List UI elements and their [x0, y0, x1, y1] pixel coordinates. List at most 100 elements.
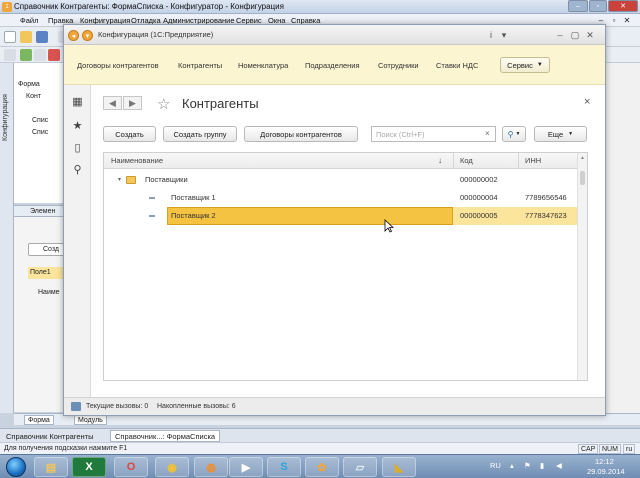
minimize-button[interactable]: ‒: [568, 0, 588, 12]
item-marker-icon: [149, 215, 155, 217]
service-menu-button[interactable]: Сервис ▼: [500, 57, 550, 73]
column-inn-header[interactable]: ИНН: [525, 156, 541, 165]
preview-field[interactable]: Поле1: [28, 267, 68, 279]
section-employees[interactable]: Сотрудники: [378, 61, 419, 70]
save-icon[interactable]: [36, 31, 48, 43]
clock-time[interactable]: 12:12: [595, 457, 614, 466]
config-tree-icon[interactable]: [4, 49, 16, 61]
enterprise-statusbar: Текущие вызовы: 0 Накопленные вызовы: 6: [64, 397, 605, 415]
preview-field-label: Поле1: [30, 269, 51, 276]
window-tab-contragents[interactable]: Справочник Контрагенты: [2, 430, 98, 442]
preview-create-button[interactable]: Созд: [28, 243, 68, 256]
edit-icon[interactable]: [34, 49, 46, 61]
window-tab-list-form[interactable]: Справочник...: ФормаСписка: [110, 430, 221, 442]
table-scrollbar[interactable]: ▲: [577, 153, 587, 380]
calls-icon[interactable]: [71, 402, 81, 411]
more-button[interactable]: Еще ▼: [534, 126, 587, 142]
document-app-icon[interactable]: ▱: [343, 457, 377, 477]
tray-volume-icon[interactable]: ◀: [556, 461, 562, 470]
maximize-icon[interactable]: ▢: [569, 29, 581, 41]
column-code-header[interactable]: Код: [460, 156, 473, 165]
row-code: 000000002: [460, 175, 498, 184]
excel-icon[interactable]: X: [72, 457, 106, 477]
close-icon[interactable]: ✕: [584, 29, 596, 41]
table-row[interactable]: Поставщик 1 000000004 7789656546: [104, 189, 577, 207]
section-departments[interactable]: Подразделения: [305, 61, 360, 70]
expand-triangle-icon[interactable]: ▾: [118, 176, 121, 183]
info-icon[interactable]: i: [485, 29, 497, 41]
contracts-button[interactable]: Договоры контрагентов: [244, 126, 358, 142]
tree-item-contragents[interactable]: Конт: [26, 93, 41, 100]
search-input[interactable]: Поиск (Ctrl+F) ×: [371, 126, 496, 142]
search-options-button[interactable]: ⚲ ▼: [502, 126, 526, 142]
tree-item-list[interactable]: Спис: [32, 117, 48, 124]
minimize-icon[interactable]: ‒: [554, 29, 566, 41]
table-header: Наименование ↓ Код ИНН: [104, 153, 577, 169]
language-indicator[interactable]: RU: [490, 461, 501, 470]
sort-arrow-icon[interactable]: ↓: [438, 156, 442, 165]
section-contragents[interactable]: Контрагенты: [178, 61, 222, 70]
sections-panel: Договоры контрагентов Контрагенты Номенк…: [64, 45, 605, 85]
search-icon[interactable]: ⚲: [71, 163, 84, 176]
close-form-icon[interactable]: ×: [584, 96, 590, 108]
doc-close-icon[interactable]: ✕: [622, 15, 632, 25]
section-nomenclature[interactable]: Номенклатура: [238, 61, 288, 70]
doc-restore-icon[interactable]: ▫: [609, 15, 619, 25]
elements-tab[interactable]: Элемен: [14, 205, 64, 217]
menu-file[interactable]: Файл: [20, 16, 38, 25]
configurator-statusbar: Для получения подсказки нажмите F1 CAP N…: [0, 442, 640, 454]
presentation-app-icon[interactable]: ◣: [382, 457, 416, 477]
table-row-group[interactable]: ▾ Поставщики 000000002: [104, 171, 577, 189]
new-document-icon[interactable]: [4, 31, 16, 43]
file-explorer-icon[interactable]: ▤: [34, 457, 68, 477]
tab-form-label: Форма: [28, 416, 50, 424]
dropdown-icon[interactable]: ▾: [498, 29, 510, 41]
app-menu-icon[interactable]: ◂: [68, 30, 79, 41]
column-name-header[interactable]: Наименование: [111, 156, 163, 165]
back-arrow-button[interactable]: ◀: [103, 96, 122, 110]
open-icon[interactable]: [20, 31, 32, 43]
delete-icon[interactable]: [48, 49, 60, 61]
menu-grid-icon[interactable]: ▦: [71, 95, 84, 108]
table-row-selected[interactable]: Поставщик 2 000000005 7778347623: [104, 207, 577, 225]
create-button[interactable]: Создать: [103, 126, 156, 142]
tray-network-icon[interactable]: ▮: [540, 461, 544, 470]
scroll-thumb[interactable]: [580, 171, 585, 185]
configurator-window-title: Справочник Контрагенты: ФормаСписка - Ко…: [14, 2, 284, 11]
maximize-button[interactable]: ▫: [589, 0, 607, 12]
mouse-cursor-icon: [384, 219, 394, 233]
close-window-button[interactable]: ✕: [608, 0, 638, 12]
section-contracts[interactable]: Договоры контрагентов: [77, 61, 159, 70]
tree-item-form[interactable]: Форма: [18, 81, 40, 88]
add-to-favorites-star-icon[interactable]: ☆: [157, 95, 170, 113]
tray-arrow-icon[interactable]: ▴: [510, 461, 514, 470]
configuration-side-panel[interactable]: Конфигурация: [0, 63, 14, 413]
create-group-button[interactable]: Создать группу: [163, 126, 237, 142]
tab-form[interactable]: Форма: [24, 415, 54, 425]
firefox-icon[interactable]: ◍: [194, 457, 228, 477]
start-button[interactable]: [6, 457, 26, 477]
form-structure-tree: Форма Конт Спис Спис: [14, 63, 64, 203]
opera-icon[interactable]: O: [114, 457, 148, 477]
forward-arrow-button[interactable]: ▶: [123, 96, 142, 110]
search-placeholder: Поиск (Ctrl+F): [376, 130, 425, 139]
tray-flag-icon[interactable]: ⚑: [524, 461, 531, 470]
section-vat-rates[interactable]: Ставки НДС: [436, 61, 478, 70]
clear-search-icon[interactable]: ×: [485, 129, 490, 138]
add-icon[interactable]: [20, 49, 32, 61]
chrome-icon[interactable]: ◉: [155, 457, 189, 477]
history-icon[interactable]: ▯: [71, 141, 84, 154]
1c-icon[interactable]: ✿: [305, 457, 339, 477]
favorites-star-icon[interactable]: ★: [71, 119, 84, 132]
chevron-down-icon: ▼: [568, 131, 574, 137]
app-menu-down-icon[interactable]: ▾: [82, 30, 93, 41]
skype-icon[interactable]: S: [267, 457, 301, 477]
chevron-down-icon: ▼: [536, 62, 543, 68]
scroll-up-icon[interactable]: ▲: [580, 155, 585, 161]
media-player-icon[interactable]: ▶: [229, 457, 263, 477]
tab-module[interactable]: Модуль: [74, 415, 107, 425]
accumulated-calls: Накопленные вызовы: 6: [157, 403, 236, 410]
clock-date[interactable]: 29.09.2014: [587, 467, 625, 476]
form-preview-area: Созд Поле1 Наиме: [14, 217, 68, 412]
tree-item-list-2[interactable]: Спис: [32, 129, 48, 136]
